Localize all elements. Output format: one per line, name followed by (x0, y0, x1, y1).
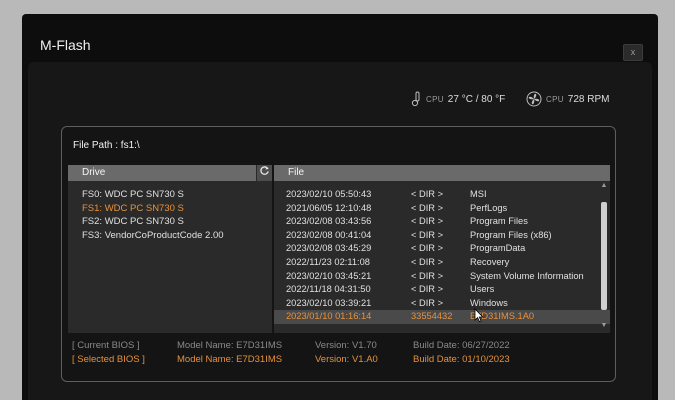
file-date: 2023/02/10 03:39:21 (286, 297, 372, 308)
flash-panel: File Path : fs1:\ Drive FS0: WDC PC SN73… (61, 126, 616, 382)
drive-pane: Drive FS0: WDC PC SN730 S FS1: WDC PC SN… (68, 165, 272, 333)
file-header-label: File (288, 167, 305, 178)
file-size: < DIR > (411, 189, 444, 199)
drive-item-fs2[interactable]: FS2: WDC PC SN730 S (68, 215, 272, 229)
file-date: 2022/11/23 02:11:08 (286, 256, 370, 267)
file-scrollbar[interactable]: ▲ ▼ (600, 182, 608, 330)
drive-list: FS0: WDC PC SN730 S FS1: WDC PC SN730 S … (68, 181, 272, 242)
drive-item-fs0[interactable]: FS0: WDC PC SN730 S (68, 188, 272, 202)
scroll-up-icon[interactable]: ▲ (600, 182, 608, 190)
file-row-msi[interactable]: 2023/02/10 05:50:43 < DIR > MSI (274, 188, 610, 202)
file-row-programdata[interactable]: 2023/02/08 03:45:29 < DIR > ProgramData (274, 242, 610, 256)
file-path: File Path : fs1:\ (73, 140, 140, 151)
refresh-button[interactable] (256, 165, 272, 181)
file-size: < DIR > (411, 202, 444, 213)
file-row-program-files[interactable]: 2023/02/08 03:43:56 < DIR > Program File… (274, 215, 610, 229)
file-name: Users (470, 284, 495, 295)
file-date: 2023/02/10 05:50:43 (286, 189, 372, 199)
drive-header-label: Drive (82, 167, 106, 178)
scroll-thumb[interactable] (601, 202, 607, 310)
file-name: ProgramData (470, 243, 526, 254)
close-button[interactable]: x (623, 44, 643, 61)
file-row-bios-image[interactable]: 2023/01/10 01:16:14 33554432 E7D31IMS.1A… (274, 310, 610, 324)
file-row-program-files-x86[interactable]: 2023/02/08 00:41:04 < DIR > Program File… (274, 229, 610, 243)
current-bios-row: [ Current BIOS ] Model Name: E7D31IMS Ve… (72, 340, 612, 353)
fan-icon (526, 91, 542, 107)
mouse-pointer-icon (474, 308, 484, 328)
current-bios-model: Model Name: E7D31IMS (177, 340, 283, 351)
selected-bios-row: [ Selected BIOS ] Model Name: E7D31IMS V… (72, 354, 612, 367)
file-list: 2023/02/10 05:50:43 < DIR > MSI 2021/06/… (274, 181, 610, 324)
file-row-system-volume-information[interactable]: 2023/02/10 03:45:21 < DIR > System Volum… (274, 270, 610, 284)
selected-bios-version: Version: V1.A0 (315, 354, 378, 365)
selected-bios-tag: [ Selected BIOS ] (72, 354, 145, 365)
cpu-fan-label: CPU (546, 94, 564, 104)
file-size: < DIR > (411, 243, 444, 254)
file-date: 2023/02/08 03:43:56 (286, 216, 372, 227)
file-row-recovery[interactable]: 2022/11/23 02:11:08 < DIR > Recovery (274, 256, 610, 270)
file-pane: File 2023/02/10 05:50:43 < DIR > MSI 202… (272, 165, 610, 333)
file-name: System Volume Information (470, 270, 584, 281)
file-row-windows[interactable]: 2023/02/10 03:39:21 < DIR > Windows (274, 297, 610, 311)
file-name: Program Files (x86) (470, 229, 552, 240)
file-date: 2021/06/05 12:10:48 (286, 202, 372, 213)
current-bios-version: Version: V1.70 (315, 340, 377, 351)
scroll-down-icon[interactable]: ▼ (600, 322, 608, 330)
drive-item-fs3[interactable]: FS3: VendorCoProductCode 2.00 (68, 229, 272, 243)
drive-header: Drive (68, 165, 272, 181)
file-size: 33554432 (411, 311, 453, 322)
current-bios-tag: [ Current BIOS ] (72, 340, 140, 351)
file-date: 2022/11/18 04:31:50 (286, 284, 371, 295)
file-name: PerfLogs (470, 202, 508, 213)
file-size: < DIR > (411, 229, 444, 240)
cpu-fan-value: 728 RPM (567, 93, 610, 105)
window-title: M-Flash (40, 37, 91, 53)
file-name: Recovery (470, 256, 510, 267)
drive-item-fs1[interactable]: FS1: WDC PC SN730 S (68, 202, 272, 216)
cpu-temperature: CPU 27 °C / 80 °F (410, 90, 505, 108)
file-size: < DIR > (411, 297, 444, 308)
file-row-perflogs[interactable]: 2021/06/05 12:10:48 < DIR > PerfLogs (274, 202, 610, 216)
file-header: File (274, 165, 610, 181)
file-date: 2023/02/10 03:45:21 (286, 270, 372, 281)
file-row-users[interactable]: 2022/11/18 04:31:50 < DIR > Users (274, 283, 610, 297)
cpu-temp-value: 27 °C / 80 °F (447, 93, 506, 105)
file-date: 2023/02/08 03:45:29 (286, 243, 372, 254)
current-bios-build-date: Build Date: 06/27/2022 (413, 340, 510, 351)
refresh-icon (259, 165, 270, 182)
file-size: < DIR > (411, 284, 444, 295)
file-date: 2023/01/10 01:16:14 (286, 311, 372, 322)
file-name: Program Files (470, 216, 528, 227)
file-name: MSI (470, 189, 487, 199)
cpu-fan-speed: CPU 728 RPM (526, 90, 609, 108)
file-date: 2023/02/08 00:41:04 (286, 229, 372, 240)
selected-bios-build-date: Build Date: 01/10/2023 (413, 354, 510, 365)
file-size: < DIR > (411, 270, 444, 281)
file-size: < DIR > (411, 256, 444, 267)
file-size: < DIR > (411, 216, 444, 227)
cpu-temp-label: CPU (426, 94, 444, 104)
thermometer-icon (410, 91, 422, 107)
selected-bios-model: Model Name: E7D31IMS (177, 354, 283, 365)
